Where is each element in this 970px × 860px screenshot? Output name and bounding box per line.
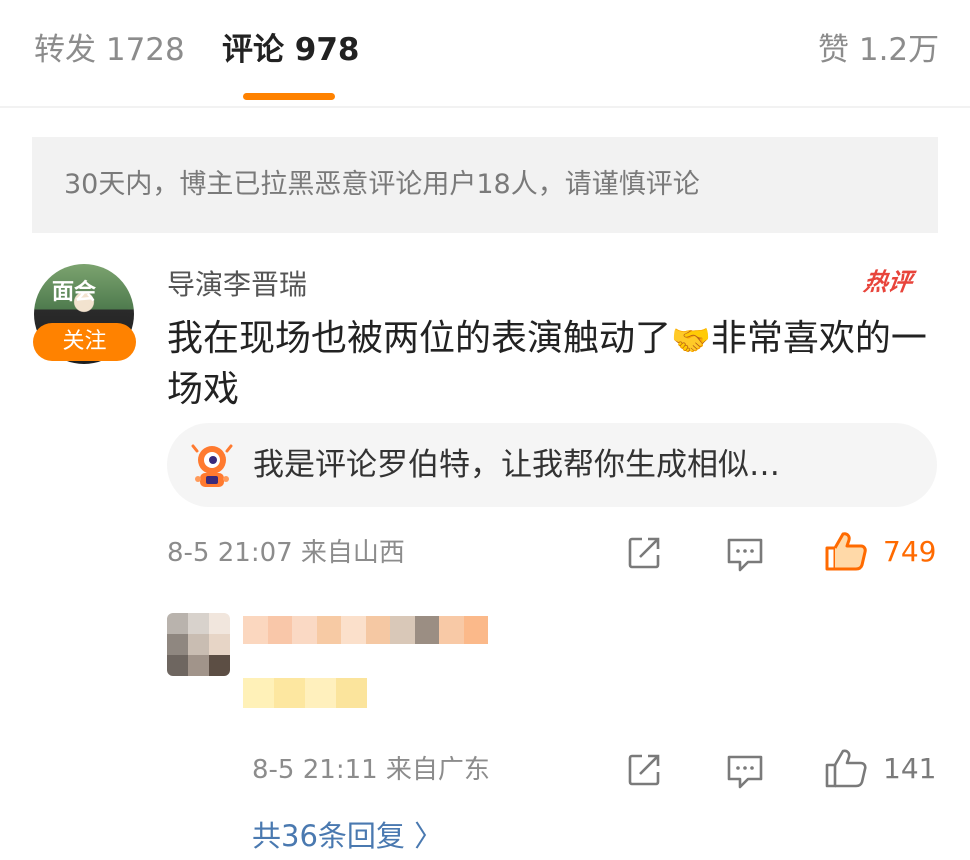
moderation-notice: 30天内，博主已拉黑恶意评论用户18人，请谨慎评论	[32, 137, 938, 233]
comment-timestamp-location: 8-5 21:07 来自山西	[167, 538, 405, 568]
avatar-background-text: 面会	[52, 280, 97, 305]
tab-reposts[interactable]: 转发 1728	[34, 30, 185, 70]
comment-icon[interactable]	[726, 537, 764, 573]
tab-comments[interactable]: 评论 978	[222, 30, 360, 70]
robot-mascot-icon	[191, 444, 233, 487]
follow-button[interactable]: 关注	[33, 323, 136, 361]
moderation-notice-text: 30天内，博主已拉黑恶意评论用户18人，请谨慎评论	[64, 169, 700, 200]
share-icon[interactable]	[626, 535, 662, 571]
like-icon-active[interactable]	[824, 530, 868, 572]
reply-text-blurred	[243, 678, 367, 708]
hot-comment-badge: 热评	[862, 268, 914, 296]
comment-robot-prompt[interactable]: 我是评论罗伯特，让我帮你生成相似…	[167, 423, 937, 507]
handshake-icon: 🤝	[671, 321, 711, 359]
like-icon[interactable]	[824, 747, 868, 789]
reply-username-blurred[interactable]	[243, 616, 488, 644]
commenter-username[interactable]: 导演李晋瑞	[167, 267, 307, 303]
share-icon[interactable]	[626, 752, 662, 788]
active-tab-indicator	[243, 93, 335, 100]
comment-text-part1: 我在现场也被两位的表演触动了	[167, 318, 672, 359]
tab-likes[interactable]: 赞 1.2万	[818, 30, 939, 70]
comment-icon[interactable]	[726, 754, 764, 790]
reply-avatar-blurred[interactable]	[167, 613, 230, 676]
reply-timestamp-location: 8-5 21:11 来自广东	[252, 755, 490, 785]
reply-like-count: 141	[883, 752, 937, 785]
tabs-divider	[0, 106, 970, 108]
robot-prompt-text: 我是评论罗伯特，让我帮你生成相似…	[253, 447, 780, 483]
comment-text: 我在现场也被两位的表演触动了🤝非常喜欢的一场戏	[167, 314, 947, 415]
view-all-replies-link[interactable]: 共36条回复 〉	[252, 817, 443, 855]
like-count: 749	[883, 535, 937, 568]
